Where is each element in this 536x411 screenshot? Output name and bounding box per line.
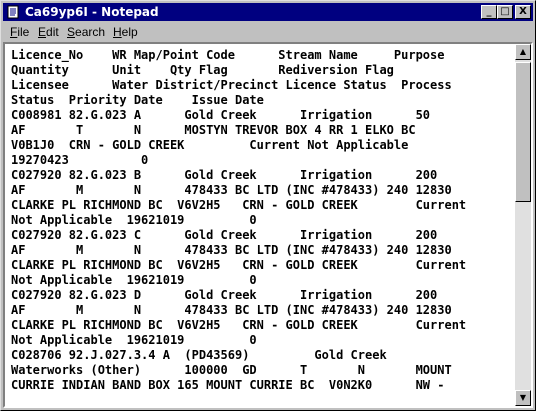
notepad-icon[interactable]: [6, 5, 20, 19]
text-line: C027920 82.G.023 B Gold Creek Irrigation…: [11, 168, 438, 182]
text-line: V0B1J0 CRN - GOLD CREEK Current Not Appl…: [11, 138, 409, 152]
text-line: C027920 82.G.023 C Gold Creek Irrigation…: [11, 228, 438, 242]
editor-frame: Licence_No WR Map/Point Code Stream Name…: [3, 42, 533, 408]
text-line: Waterworks (Other) 100000 GD T N MOUNT: [11, 363, 452, 377]
minimize-button[interactable]: _: [481, 5, 497, 19]
close-button[interactable]: X: [515, 5, 531, 19]
vertical-scrollbar[interactable]: ▲ ▼: [515, 44, 531, 406]
title-bar[interactable]: Ca69yp6I - Notepad _ □ X: [3, 3, 533, 21]
text-editor[interactable]: Licence_No WR Map/Point Code Stream Name…: [7, 46, 517, 404]
text-line: C027920 82.G.023 D Gold Creek Irrigation…: [11, 288, 438, 302]
text-line: Quantity Unit Qty Flag Rediversion Flag: [11, 63, 394, 77]
text-line: CLARKE PL RICHMOND BC V6V2H5 CRN - GOLD …: [11, 198, 467, 212]
text-line: CURRIE INDIAN BAND BOX 165 MOUNT CURRIE …: [11, 378, 445, 392]
menu-bar: File Edit Search Help: [3, 23, 533, 41]
text-line: AF M N 478433 BC LTD (INC #478433) 240 1…: [11, 303, 452, 317]
text-line: Not Applicable 19621019 0: [11, 213, 257, 227]
menu-search-rest: earch: [75, 25, 106, 39]
text-line: C008981 82.G.023 A Gold Creek Irrigation…: [11, 108, 431, 122]
menu-edit-rest: dit: [46, 25, 59, 39]
notepad-window: Ca69yp6I - Notepad _ □ X File Edit Searc…: [0, 0, 536, 411]
menu-file-rest: ile: [17, 25, 30, 39]
text-line: Licensee Water District/Precinct Licence…: [11, 78, 452, 92]
text-line: Status Priority Date Issue Date: [11, 93, 264, 107]
text-line: AF T N MOSTYN TREVOR BOX 4 RR 1 ELKO BC: [11, 123, 416, 137]
scroll-up-button[interactable]: ▲: [515, 44, 531, 60]
menu-file[interactable]: File: [10, 25, 29, 39]
maximize-button[interactable]: □: [497, 5, 513, 19]
menu-edit[interactable]: Edit: [38, 25, 59, 39]
menu-help-rest: elp: [121, 25, 138, 39]
window-title: Ca69yp6I - Notepad: [25, 5, 159, 19]
menu-search-accel: S: [67, 25, 76, 39]
text-line: AF M N 478433 BC LTD (INC #478433) 240 1…: [11, 183, 452, 197]
text-line: AF M N 478433 BC LTD (INC #478433) 240 1…: [11, 243, 452, 257]
scroll-thumb[interactable]: [515, 62, 531, 202]
menu-help-accel: H: [113, 25, 122, 39]
text-line: Not Applicable 19621019 0: [11, 333, 257, 347]
scroll-down-button[interactable]: ▼: [515, 390, 531, 406]
menu-help[interactable]: Help: [113, 25, 138, 39]
text-line: Licence_No WR Map/Point Code Stream Name…: [11, 48, 445, 62]
text-line: 19270423 0: [11, 153, 149, 167]
menu-search[interactable]: Search: [67, 25, 105, 39]
text-line: Not Applicable 19621019 0: [11, 273, 257, 287]
menu-edit-accel: E: [38, 25, 47, 39]
text-line: C028706 92.J.027.3.4 A (PD43569) Gold Cr…: [11, 348, 387, 362]
text-line: CLARKE PL RICHMOND BC V6V2H5 CRN - GOLD …: [11, 258, 467, 272]
text-line: CLARKE PL RICHMOND BC V6V2H5 CRN - GOLD …: [11, 318, 467, 332]
